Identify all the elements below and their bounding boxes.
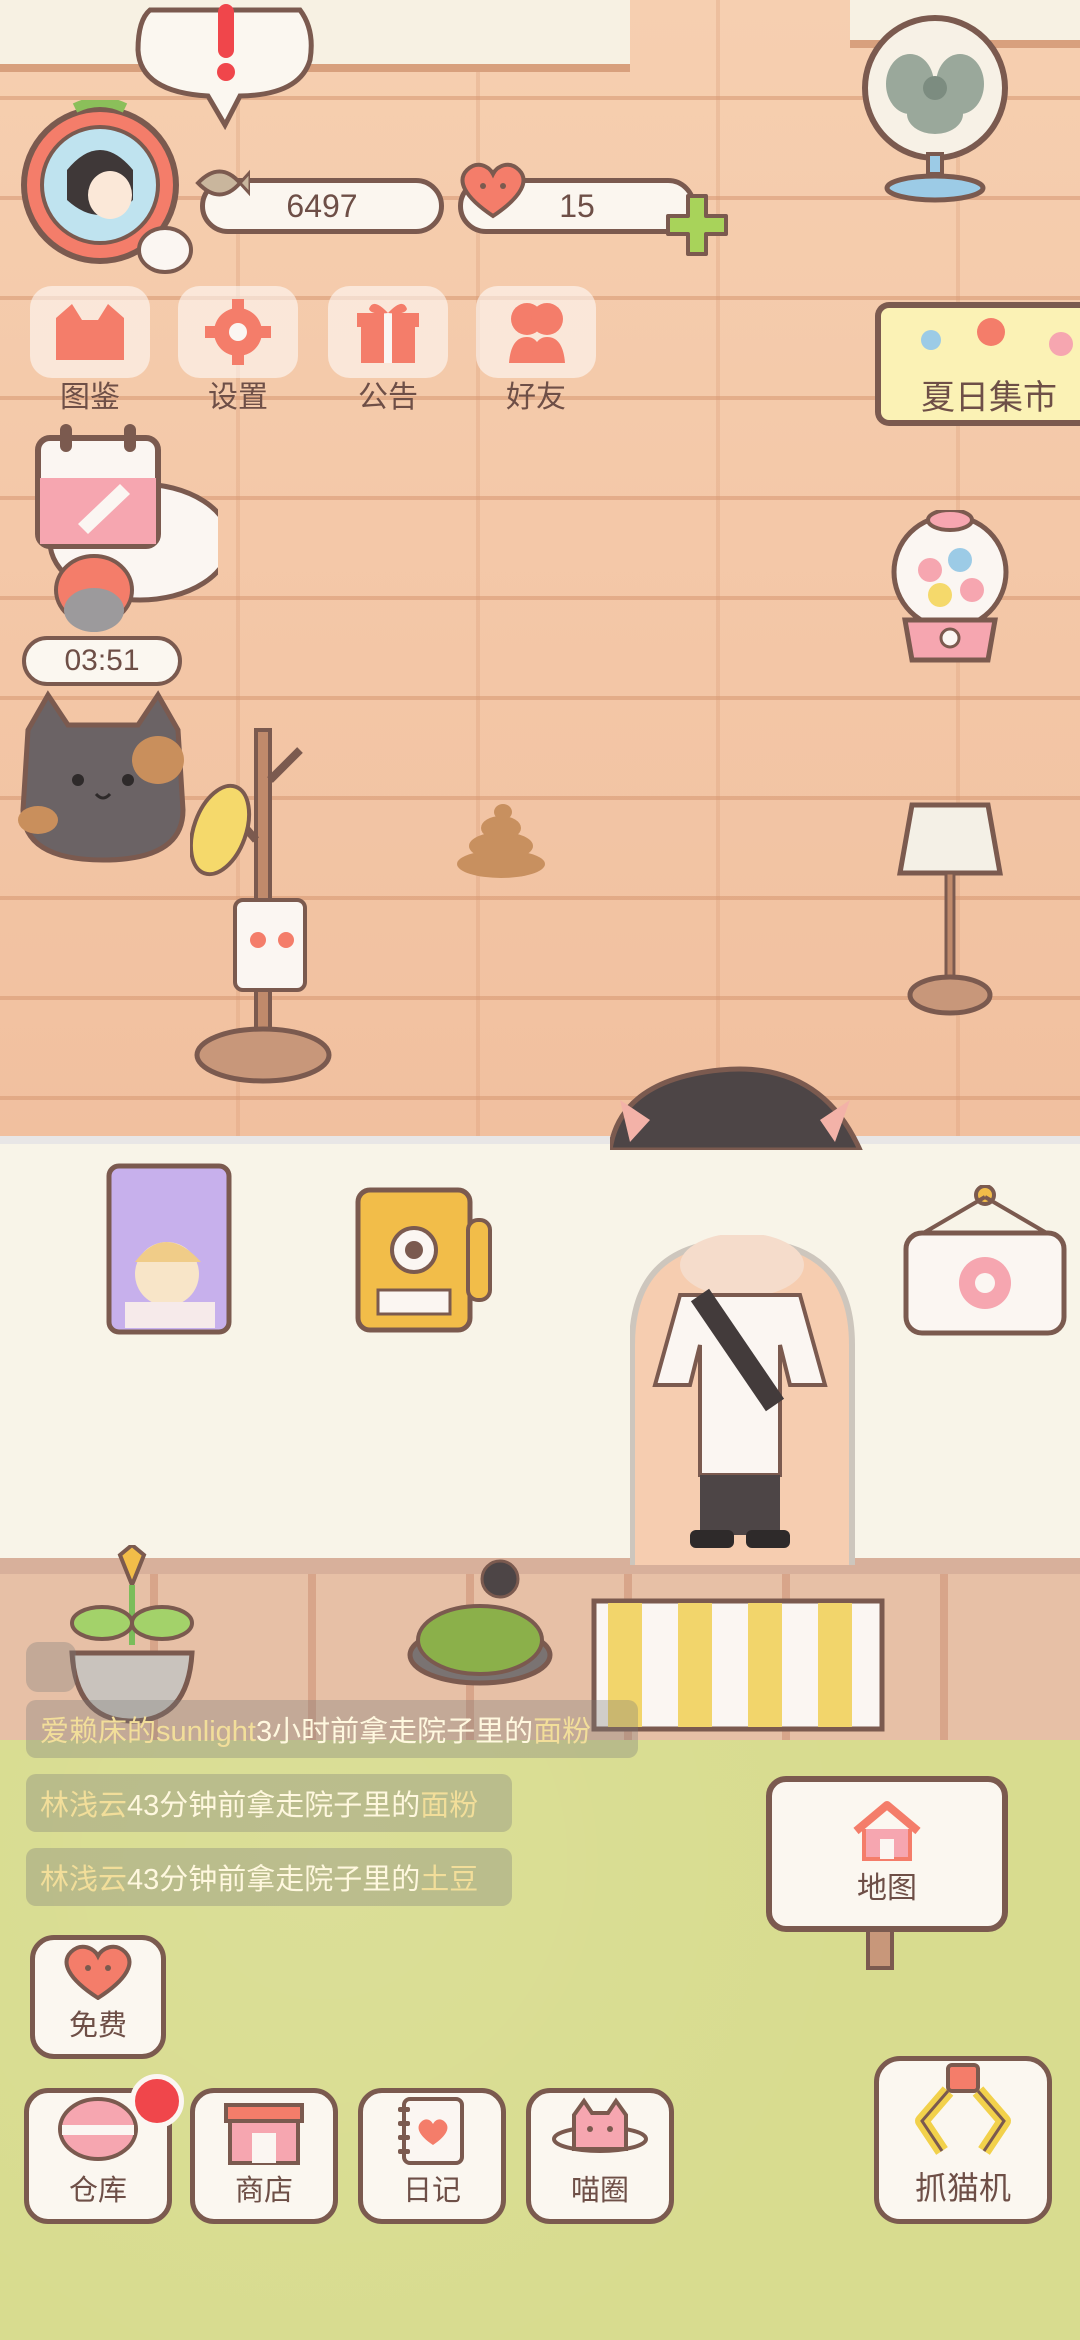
doorway[interactable] (630, 1235, 855, 1565)
summer-market-label: 夏日集市 (921, 379, 1057, 417)
coat-rack[interactable] (190, 720, 340, 1090)
add-hearts-button[interactable] (664, 192, 730, 258)
free-label: 免费 (68, 2010, 127, 2042)
house-icon (853, 1801, 921, 1861)
map-label: 地图 (857, 1872, 917, 1905)
shop-label: 商店 (234, 2175, 293, 2207)
alert-bubble[interactable] (130, 0, 320, 130)
feed-bubble-icon[interactable] (26, 1642, 76, 1692)
map-button[interactable]: 地图 (766, 1776, 1008, 1932)
feed-item-name: 面粉 (533, 1716, 592, 1748)
menu-collection[interactable]: 图鉴 (20, 286, 160, 416)
feed-user: 爱赖床的sunlight (40, 1716, 256, 1748)
feed-user: 林浅云 (40, 1790, 128, 1822)
heart-icon (460, 162, 526, 219)
menu-settings[interactable]: 设置 (168, 286, 308, 416)
heart-face-icon (64, 1944, 132, 2000)
gear-icon (178, 286, 298, 378)
menu-settings-label: 设置 (208, 381, 268, 414)
floor-lamp[interactable] (890, 795, 1010, 1025)
menu-announcement-label: 公告 (358, 381, 418, 414)
potted-tulip[interactable] (62, 1545, 202, 1725)
confetti-icon (921, 318, 1073, 356)
timer-pill: 03:51 (22, 636, 182, 686)
diary-icon (398, 2097, 464, 2165)
gumball-machine[interactable] (880, 510, 1020, 670)
summer-market-banner[interactable]: 夏日集市 (875, 302, 1080, 426)
feed-item-name: 土豆 (420, 1864, 479, 1896)
menu-announcement[interactable]: 公告 (318, 286, 458, 416)
notification-badge (130, 2074, 184, 2128)
wall-phone[interactable] (352, 1180, 502, 1350)
feed-user: 林浅云 (40, 1864, 128, 1896)
friends-icon (476, 286, 596, 378)
bowl-icon (58, 2097, 138, 2161)
feed-item: 爱赖床的sunlight 3小时前拿走院子里的 面粉 (26, 1700, 638, 1758)
cat-circle-label: 喵圈 (570, 2175, 629, 2207)
poop-pile[interactable] (455, 800, 547, 880)
timer-value: 03:51 (64, 644, 140, 677)
gift-icon (328, 286, 448, 378)
dark-cat-peeking[interactable] (610, 1060, 870, 1150)
idol-poster[interactable] (105, 1162, 233, 1336)
cat-head-icon (30, 286, 150, 378)
fish-icon (195, 169, 250, 197)
feed-item: 林浅云 43分钟前拿走院子里的 面粉 (26, 1774, 512, 1832)
menu-collection-label: 图鉴 (60, 381, 120, 414)
feed-text: 43分钟前拿走院子里的 (127, 1864, 421, 1896)
cat-planet-icon (552, 2097, 648, 2153)
electric-fan[interactable] (850, 14, 1020, 204)
claw-icon (915, 2063, 1011, 2155)
flower-sign[interactable] (900, 1185, 1070, 1340)
menu-friends[interactable]: 好友 (466, 286, 606, 416)
feed-item: 林浅云 43分钟前拿走院子里的 土豆 (26, 1848, 512, 1906)
cat-circle-button[interactable]: 喵圈 (526, 2088, 674, 2224)
room-divider (0, 1136, 1080, 1144)
menu-friends-label: 好友 (506, 381, 566, 414)
feed-item-name: 面粉 (420, 1790, 479, 1822)
shop-button[interactable]: 商店 (190, 2088, 338, 2224)
shop-icon (224, 2103, 304, 2165)
diary-label: 日记 (402, 2175, 461, 2207)
calico-cat[interactable] (8, 690, 198, 870)
diary-button[interactable]: 日记 (358, 2088, 506, 2224)
moss-bowl[interactable] (400, 1555, 560, 1695)
warehouse-label: 仓库 (68, 2175, 127, 2207)
heart-count: 15 (559, 187, 595, 224)
feed-text: 3小时前拿走院子里的 (255, 1716, 534, 1748)
fish-count: 6497 (286, 187, 358, 224)
calendar-task-icon[interactable] (28, 420, 218, 640)
claw-machine-button[interactable]: 抓猫机 (874, 2056, 1052, 2224)
feed-text: 43分钟前拿走院子里的 (127, 1790, 421, 1822)
claw-machine-label: 抓猫机 (914, 2170, 1011, 2206)
free-button[interactable]: 免费 (30, 1935, 166, 2059)
